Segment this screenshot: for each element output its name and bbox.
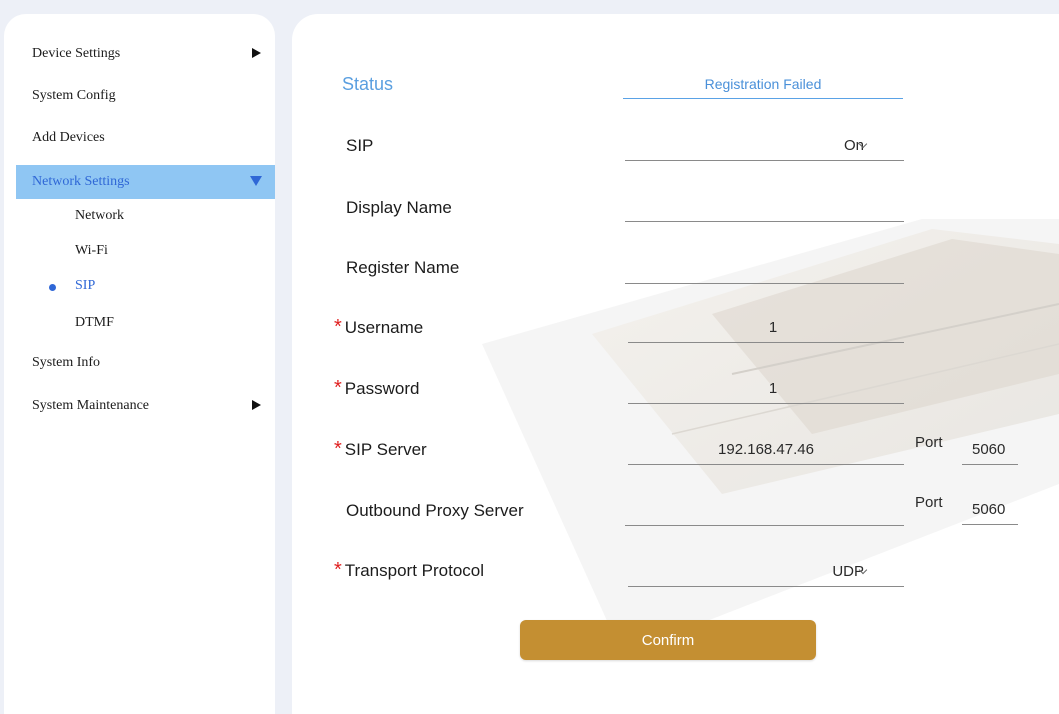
register-name-label: Register Name — [346, 258, 460, 277]
chevron-down-icon — [250, 176, 262, 186]
sidebar-subitem-label: Wi-Fi — [75, 243, 108, 258]
sidebar-item-network-settings[interactable]: Network Settings — [16, 165, 275, 199]
sidebar-item-system-maintenance[interactable]: System Maintenance — [16, 391, 275, 421]
username-field[interactable]: 1 — [628, 313, 904, 343]
chevron-right-icon — [252, 400, 261, 410]
username-label-text: Username — [344, 318, 424, 337]
password-label: * Password — [334, 377, 419, 401]
required-marker: * — [334, 437, 342, 460]
display-name-label: Display Name — [346, 198, 452, 217]
sidebar-subitem-dtmf[interactable]: DTMF — [75, 311, 114, 335]
required-marker: * — [334, 376, 342, 399]
required-marker: * — [334, 558, 342, 581]
sidebar-item-label: System Maintenance — [32, 398, 150, 413]
sidebar-subitem-network[interactable]: Network — [75, 204, 124, 228]
sidebar: Device Settings System Config Add Device… — [4, 14, 275, 714]
register-name-field[interactable] — [625, 254, 904, 284]
sip-settings-panel: Status Registration Failed SIP On Displa… — [292, 14, 1059, 714]
required-marker: * — [334, 315, 342, 338]
sidebar-item-label: Device Settings — [32, 46, 121, 61]
device-background-illustration — [482, 219, 1059, 654]
chevron-right-icon — [252, 48, 261, 58]
transport-protocol-label-text: Transport Protocol — [344, 561, 485, 580]
status-label: Status — [342, 74, 394, 94]
sidebar-subitem-label: DTMF — [75, 315, 114, 330]
transport-protocol-label: * Transport Protocol — [334, 559, 484, 583]
bullet-icon — [49, 284, 56, 291]
sip-server-label-text: SIP Server — [344, 440, 427, 459]
outbound-proxy-field[interactable] — [625, 496, 904, 526]
registration-status-value: Registration Failed — [623, 69, 903, 99]
sidebar-item-label: System Info — [32, 355, 101, 370]
sip-server-label: * SIP Server — [334, 438, 427, 462]
sip-label: SIP — [346, 136, 374, 155]
transport-protocol-value: UDP — [832, 563, 864, 580]
password-label-text: Password — [344, 379, 420, 398]
sip-enable-select[interactable]: On — [625, 131, 904, 161]
sidebar-item-label: Network Settings — [32, 174, 130, 189]
sidebar-item-add-devices[interactable]: Add Devices — [16, 123, 275, 153]
display-name-field[interactable] — [625, 192, 904, 222]
username-label: * Username — [334, 316, 423, 340]
sip-server-port-field[interactable]: 5060 — [962, 435, 1018, 465]
sidebar-item-system-config[interactable]: System Config — [16, 81, 275, 111]
confirm-button[interactable]: Confirm — [520, 620, 816, 660]
outbound-proxy-port-label: Port — [915, 494, 943, 511]
sidebar-subitem-sip[interactable]: SIP — [75, 274, 95, 298]
transport-protocol-select[interactable]: UDP — [628, 557, 904, 587]
outbound-proxy-label: Outbound Proxy Server — [346, 501, 524, 520]
sidebar-item-device-settings[interactable]: Device Settings — [16, 39, 275, 69]
sidebar-item-label: Add Devices — [32, 130, 105, 145]
sidebar-item-system-info[interactable]: System Info — [16, 348, 275, 378]
sidebar-subitem-label: SIP — [75, 278, 96, 293]
sidebar-item-label: System Config — [32, 88, 116, 103]
sip-server-port-label: Port — [915, 434, 943, 451]
password-field[interactable]: 1 — [628, 374, 904, 404]
sip-server-field[interactable]: 192.168.47.46 — [628, 435, 904, 465]
outbound-proxy-port-field[interactable]: 5060 — [962, 495, 1018, 525]
sidebar-subitem-wifi[interactable]: Wi-Fi — [75, 239, 108, 263]
sidebar-subitem-label: Network — [75, 208, 124, 223]
